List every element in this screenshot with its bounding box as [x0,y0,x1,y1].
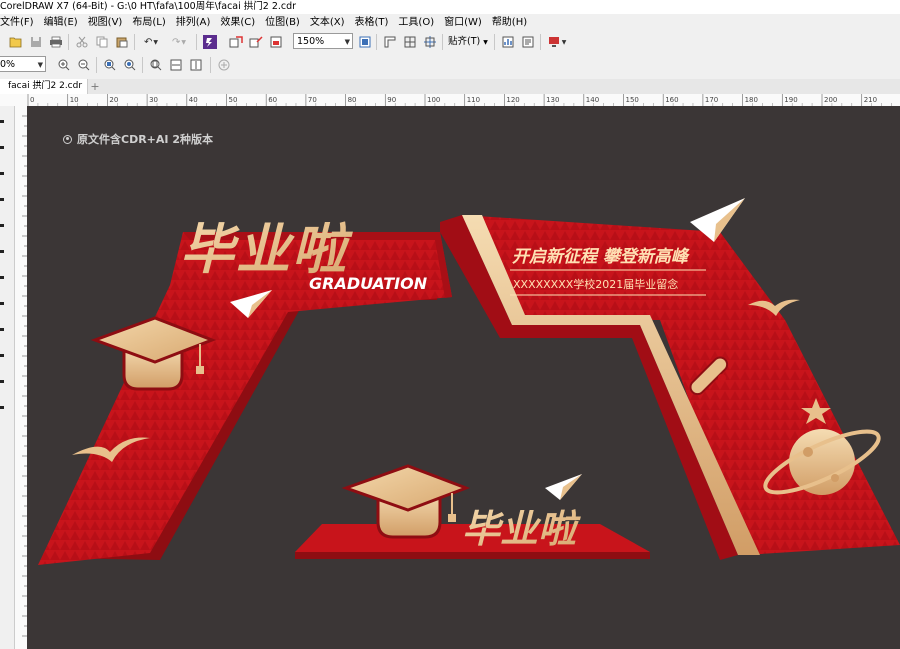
ruler-tick-label: 10 [70,96,79,104]
options-icon[interactable] [500,34,516,50]
arch-artwork[interactable]: 开启新征程 攀登新高峰 XXXXXXXX学校2021届毕业留念 毕业啦 GRAD… [27,106,900,649]
school-line-text: XXXXXXXX学校2021届毕业留念 [513,277,678,291]
redo-icon[interactable]: ↷ ▼ [168,34,190,50]
ruler-tick-label: 30 [149,96,158,104]
import-icon[interactable] [228,34,244,50]
menu-table[interactable]: 表格(T) [352,14,396,31]
slogan-text: 开启新征程 攀登新高峰 [512,247,690,267]
ruler-tick-label: 20 [109,96,118,104]
paper-plane-icon [545,474,582,500]
export-icon[interactable] [248,34,264,50]
version-note-text: 原文件含CDR+AI 2种版本 [77,133,213,146]
chevron-down-icon: ▼ [344,38,350,46]
save-icon[interactable] [28,34,44,50]
zoom-level-combo[interactable]: 150% ▼ [293,33,353,49]
cut-icon[interactable] [74,34,90,50]
menu-help[interactable]: 帮助(H) [489,14,534,31]
open-icon[interactable] [8,34,24,50]
main-title-text: 毕业啦 [180,218,353,281]
tab-document[interactable]: facai 拱门2 2.cdr [0,79,89,94]
show-guidelines-icon[interactable] [422,34,438,50]
zoom-toolbar: 0% ▼ [0,54,900,76]
print-icon[interactable] [48,34,64,50]
ruler-tick-label: 100 [427,96,440,104]
zoom-level-value: 150% [297,36,325,47]
ruler-tick-label: 50 [229,96,238,104]
zoom-to-selected-icon[interactable] [102,57,118,73]
chevron-down-icon: ▼ [37,61,43,69]
zoom-to-all-objects-icon[interactable] [122,57,138,73]
menu-file[interactable]: 文件(F) [0,14,41,31]
standard-toolbar: ↶ ▼ ↷ ▼ 150% ▼ 贴齐(T) ▼ ▼ [0,31,900,53]
window-title: CorelDRAW X7 (64-Bit) - G:\0 HT\fafa\100… [0,0,900,14]
paste-icon[interactable] [114,34,130,50]
snap-to-label: 贴齐(T) [448,36,481,47]
horizontal-ruler-ticks: 0 10 20 30 40 50 60 70 80 90 100 110 120 130 140 150 160… [27,94,892,106]
ruler-tick-label: 90 [387,96,396,104]
chevron-down-icon: ▼ [483,39,488,46]
zoom-out-icon[interactable] [76,57,92,73]
ruler-tick-label: 160 [665,96,678,104]
ruler-tick-label: 200 [824,96,837,104]
ruler-tick-label: 180 [745,96,758,104]
menu-tools[interactable]: 工具(O) [395,14,441,31]
menu-view[interactable]: 视图(V) [85,14,130,31]
zoom-field[interactable]: 0% ▼ [0,56,46,72]
undo-icon[interactable]: ↶ ▼ [140,34,162,50]
show-grid-icon[interactable] [402,34,418,50]
menu-layout[interactable]: 布局(L) [129,14,172,31]
add-icon[interactable] [216,57,232,73]
ruler-tick-label: 40 [189,96,198,104]
toolbox-strip [0,115,27,637]
document-tabs: facai 拱门2 2.cdr + [0,79,900,94]
welcome-screen-icon[interactable]: ▼ [546,34,568,50]
bottom-sign: 毕业啦 [295,464,650,559]
menu-effects[interactable]: 效果(C) [217,14,262,31]
radio-dot-icon [63,134,72,144]
zoom-to-page-icon[interactable] [148,57,164,73]
ruler-tick-label: 130 [546,96,559,104]
zoom-to-page-height-icon[interactable] [188,57,204,73]
zoom-field-value: 0% [0,59,16,70]
sign-title-text: 毕业啦 [462,507,581,551]
vertical-ruler[interactable] [0,106,27,649]
ruler-tick-label: 110 [467,96,480,104]
ruler-tick-label: 190 [784,96,797,104]
ruler-tick-label: 210 [864,96,877,104]
menu-arrange[interactable]: 排列(A) [173,14,218,31]
ruler-tick-label: 140 [586,96,599,104]
version-note: 原文件含CDR+AI 2种版本 [63,131,213,147]
snap-to-button[interactable]: 贴齐(T) ▼ [448,34,488,50]
add-tab-button[interactable]: + [88,79,102,94]
publish-pdf-icon[interactable] [268,34,284,50]
copy-icon[interactable] [94,34,110,50]
menu-text[interactable]: 文本(X) [307,14,352,31]
ruler-tick-label: 120 [506,96,519,104]
ruler-tick-label: 150 [626,96,639,104]
menu-window[interactable]: 窗口(W) [441,14,489,31]
drawing-canvas[interactable]: 开启新征程 攀登新高峰 XXXXXXXX学校2021届毕业留念 毕业啦 GRAD… [27,106,900,649]
ruler-tick-label: 60 [268,96,277,104]
zoom-in-icon[interactable] [56,57,72,73]
menu-edit[interactable]: 编辑(E) [41,14,85,31]
ruler-tick-label: 170 [705,96,718,104]
menu-bitmap[interactable]: 位图(B) [262,14,307,31]
graduation-text: GRADUATION [309,274,428,293]
full-screen-preview-icon[interactable] [357,34,373,50]
show-rulers-icon[interactable] [382,34,398,50]
zoom-to-page-width-icon[interactable] [168,57,184,73]
application-launcher-icon[interactable] [520,34,536,50]
ruler-tick-label: 0 [30,96,34,104]
ruler-tick-label: 70 [308,96,317,104]
menu-bar: 文件(F) 编辑(E) 视图(V) 布局(L) 排列(A) 效果(C) 位图(B… [0,14,900,31]
ruler-tick-label: 80 [348,96,357,104]
search-content-icon[interactable] [202,34,218,50]
